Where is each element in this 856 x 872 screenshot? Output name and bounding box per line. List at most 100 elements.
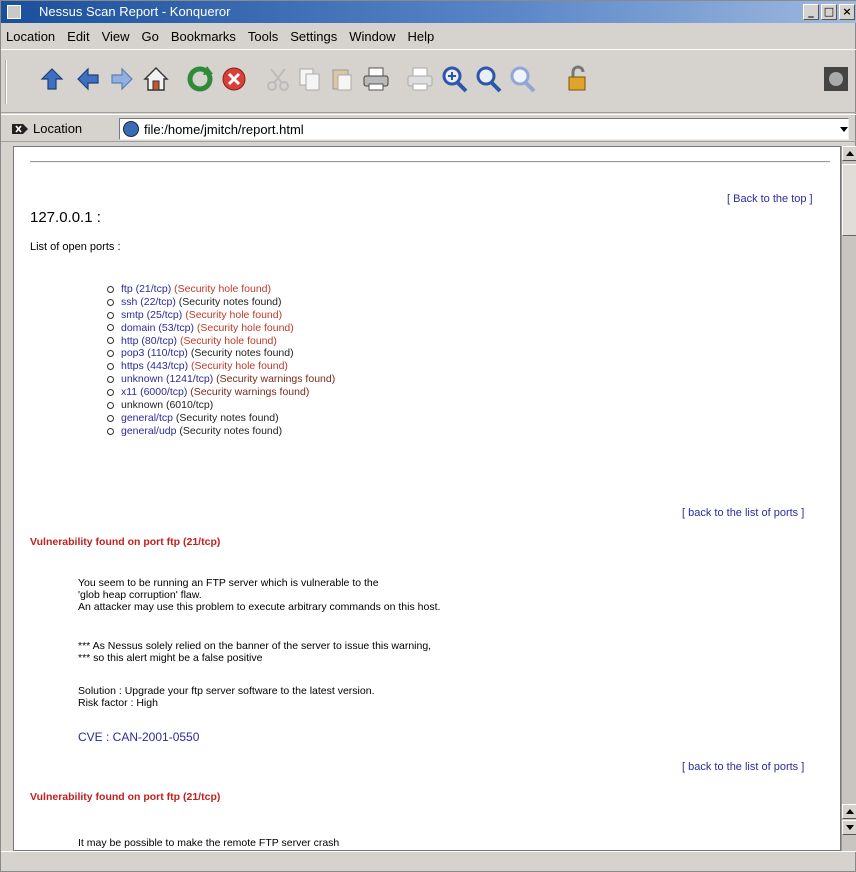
lock-icon[interactable] <box>561 62 595 96</box>
description-line: You seem to be running an FTP server whi… <box>78 577 379 589</box>
maximize-button[interactable]: □ <box>821 4 837 20</box>
menu-tools[interactable]: Tools <box>248 27 278 46</box>
solution-text: Solution : Upgrade your ftp server softw… <box>78 685 375 697</box>
port-link[interactable]: ssh (22/tcp) <box>121 296 176 308</box>
back-to-ports-link-2[interactable]: [ back to the list of ports ] <box>682 761 804 773</box>
window-controls: _ □ × <box>803 4 855 20</box>
home-icon[interactable] <box>139 62 173 96</box>
menu-go[interactable]: Go <box>142 27 159 46</box>
cve-link[interactable]: CVE : CAN-2001-0550 <box>78 731 199 743</box>
bullet-icon <box>107 363 114 371</box>
zoom-in-icon[interactable] <box>471 62 505 96</box>
port-link[interactable]: x11 (6000/tcp) <box>121 386 187 398</box>
port-status: (Security hole found) <box>191 360 288 373</box>
location-label: Location <box>33 121 83 136</box>
vulnerability-note: *** As Nessus solely relied on the banne… <box>78 640 431 664</box>
list-item: general/udp (Security notes found) <box>107 425 335 438</box>
list-item: unknown (1241/tcp) (Security warnings fo… <box>107 373 335 386</box>
forward-arrow-icon[interactable] <box>105 62 139 96</box>
cut-icon[interactable] <box>261 62 295 96</box>
port-link[interactable]: https (443/tcp) <box>121 360 188 372</box>
file-icon <box>123 121 139 137</box>
paste-icon[interactable] <box>325 62 359 96</box>
vulnerability-description-2: It may be possible to make the remote FT… <box>78 837 340 849</box>
konqueror-logo-icon <box>821 62 851 96</box>
stop-icon[interactable] <box>217 62 251 96</box>
port-status: (Security notes found) <box>190 347 294 360</box>
close-button[interactable]: × <box>839 4 855 20</box>
bullet-icon <box>107 375 114 383</box>
menu-view[interactable]: View <box>102 27 130 46</box>
location-input[interactable]: file:/home/jmitch/report.html <box>119 118 849 140</box>
port-link[interactable]: http (80/tcp) <box>121 335 177 347</box>
location-bar: Location file:/home/jmitch/report.html <box>1 114 856 142</box>
zoom-out-icon[interactable] <box>505 62 539 96</box>
zoom-fit-icon[interactable] <box>437 62 471 96</box>
port-status: (Security notes found) <box>175 411 279 424</box>
up-arrow-icon[interactable] <box>35 62 69 96</box>
vulnerability-description: You seem to be running an FTP server whi… <box>78 577 440 613</box>
menu-help[interactable]: Help <box>407 27 434 46</box>
status-bar <box>1 851 856 872</box>
port-status: (Security hole found) <box>174 283 272 295</box>
port-link[interactable]: unknown (1241/tcp) <box>121 373 213 385</box>
note-line: *** As Nessus solely relied on the banne… <box>78 640 432 652</box>
vulnerability-heading: Vulnerability found on port ftp (21/tcp) <box>30 536 221 548</box>
konqueror-window: Nessus Scan Report - Konqueror _ □ × Loc… <box>0 0 856 872</box>
vulnerability-solution: Solution : Upgrade your ftp server softw… <box>78 685 374 709</box>
back-to-top-link[interactable]: [ Back to the top ] <box>727 193 813 205</box>
port-status: (Security warnings found) <box>216 373 336 386</box>
back-arrow-icon[interactable] <box>71 62 105 96</box>
port-link[interactable]: smtp (25/tcp) <box>121 309 182 321</box>
main-toolbar <box>1 49 856 113</box>
port-label: unknown (6010/tcp) <box>121 399 214 412</box>
title-bar[interactable]: Nessus Scan Report - Konqueror _ □ × <box>1 1 856 23</box>
scroll-down-button[interactable] <box>842 820 856 835</box>
bullet-icon <box>107 311 114 319</box>
copy-icon[interactable] <box>293 62 327 96</box>
menu-location[interactable]: Location <box>6 27 55 46</box>
chevron-down-icon[interactable] <box>840 127 848 132</box>
bullet-icon <box>107 414 114 422</box>
port-link[interactable]: domain (53/tcp) <box>121 322 194 334</box>
bullet-icon <box>107 388 114 396</box>
port-link[interactable]: general/udp <box>121 425 176 437</box>
vulnerability-heading-2: Vulnerability found on port ftp (21/tcp) <box>30 791 221 803</box>
reload-icon[interactable] <box>183 62 217 96</box>
note-line: *** so this alert might be a false posit… <box>78 652 263 664</box>
list-item: domain (53/tcp) (Security hole found) <box>107 322 335 335</box>
back-to-ports-link[interactable]: [ back to the list of ports ] <box>682 507 804 519</box>
host-heading: 127.0.0.1 : <box>30 209 101 226</box>
menu-window[interactable]: Window <box>349 27 395 46</box>
port-status: (Security warnings found) <box>190 386 310 399</box>
menu-edit[interactable]: Edit <box>67 27 89 46</box>
list-item: ssh (22/tcp) (Security notes found) <box>107 296 335 309</box>
horizontal-rule <box>30 161 830 163</box>
open-ports-list: ftp (21/tcp) (Security hole found) ssh (… <box>107 283 335 438</box>
app-icon[interactable] <box>7 5 21 19</box>
port-link[interactable]: ftp (21/tcp) <box>121 283 171 295</box>
bullet-icon <box>107 298 114 306</box>
minimize-button[interactable]: _ <box>803 4 819 20</box>
scroll-up-button[interactable] <box>842 146 856 161</box>
list-item: unknown (6010/tcp) <box>107 399 335 412</box>
port-link[interactable]: general/tcp <box>121 412 173 424</box>
menu-bar: Location Edit View Go Bookmarks Tools Se… <box>1 23 856 49</box>
port-link[interactable]: pop3 (110/tcp) <box>121 347 188 359</box>
menu-settings[interactable]: Settings <box>290 27 337 46</box>
print-icon[interactable] <box>359 62 393 96</box>
bullet-icon <box>107 285 114 293</box>
print-frame-icon[interactable] <box>403 62 437 96</box>
toolbar-grip[interactable] <box>5 60 11 104</box>
list-item: ftp (21/tcp) (Security hole found) <box>107 283 335 296</box>
port-status: (Security hole found) <box>179 334 277 347</box>
vertical-scrollbar[interactable] <box>841 146 856 851</box>
clear-location-icon[interactable] <box>11 121 29 137</box>
location-url: file:/home/jmitch/report.html <box>144 122 304 137</box>
list-item: x11 (6000/tcp) (Security warnings found) <box>107 386 335 399</box>
scroll-up-button-bottom[interactable] <box>842 804 856 819</box>
menu-bookmarks[interactable]: Bookmarks <box>171 27 236 46</box>
port-status: (Security notes found) <box>179 424 283 437</box>
port-status: (Security hole found) <box>196 321 294 334</box>
scroll-thumb[interactable] <box>842 164 856 236</box>
